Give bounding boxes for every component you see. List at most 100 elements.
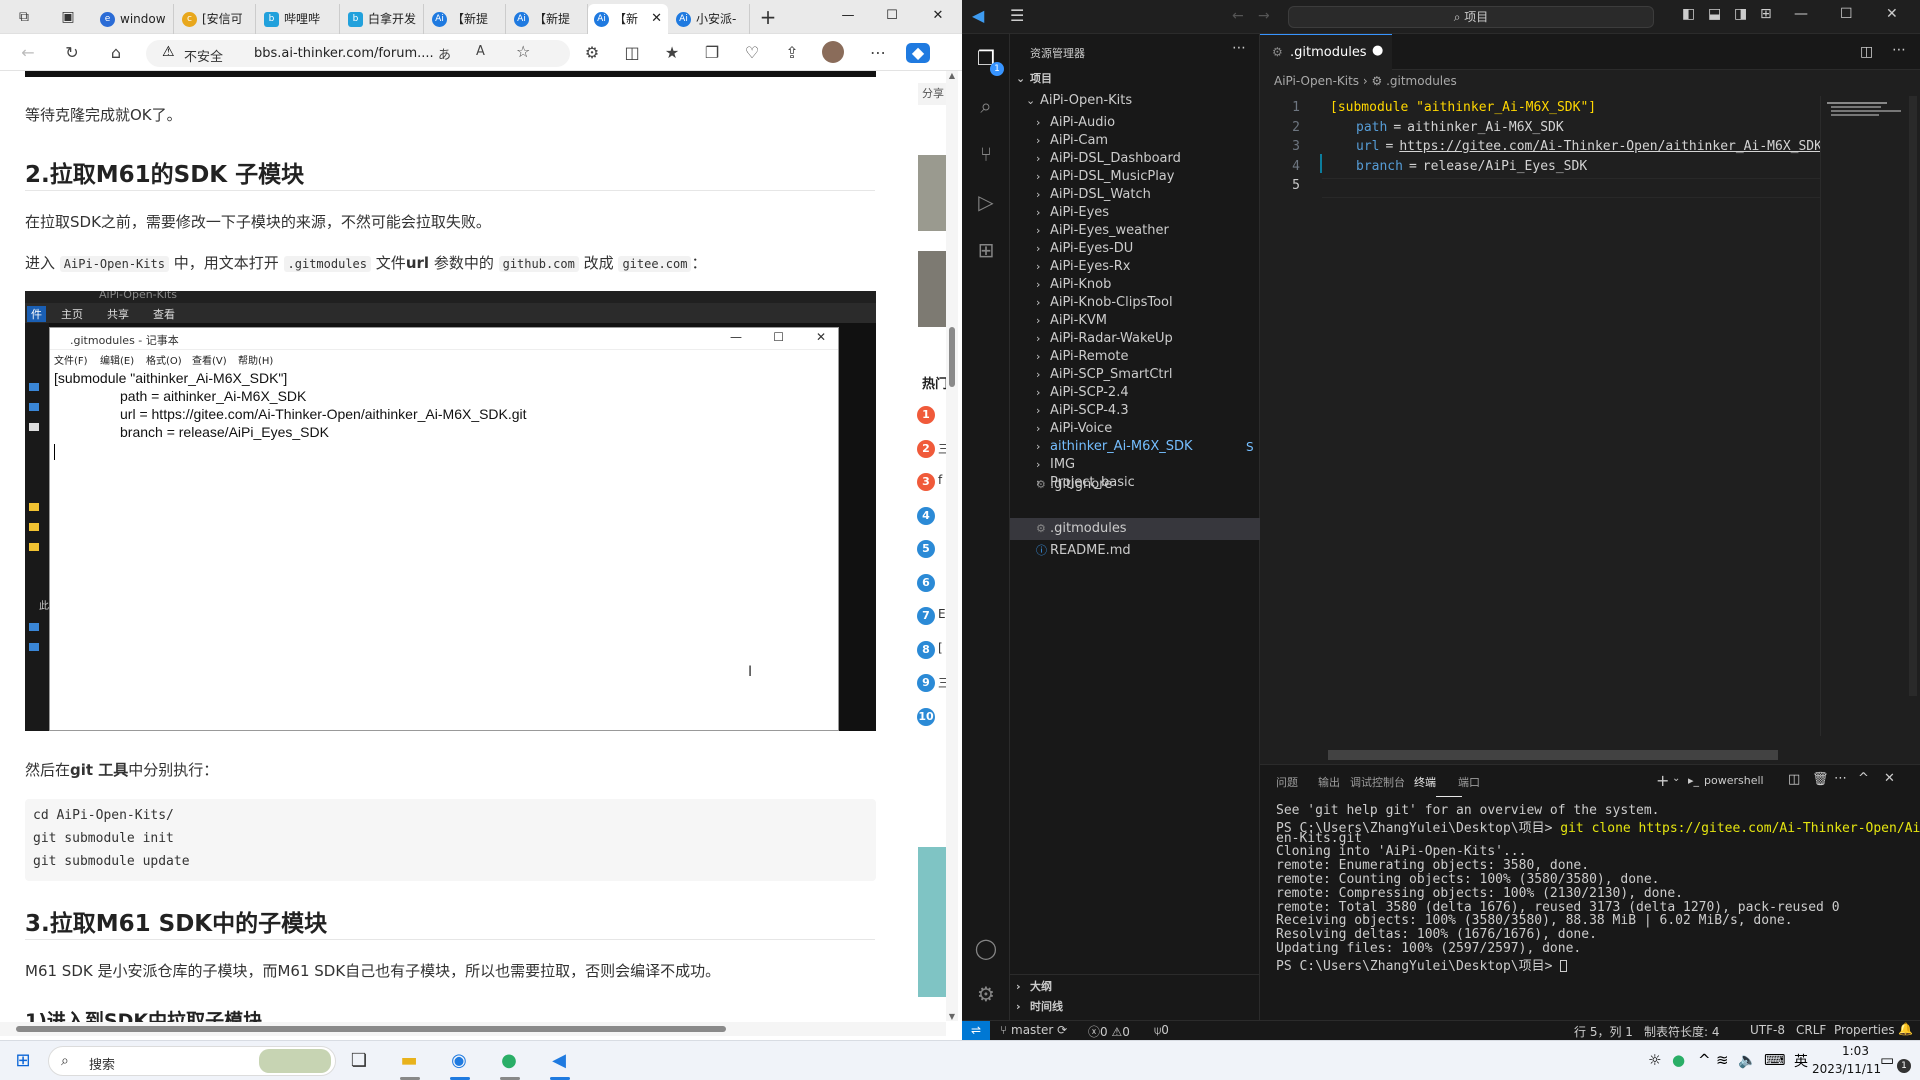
scroll-thumb[interactable]	[16, 1026, 726, 1032]
more-actions-icon[interactable]: ⋯	[1834, 771, 1847, 786]
outline-section[interactable]: › 大纲	[1016, 976, 1052, 998]
hot-rank-badge[interactable]: 2	[917, 439, 935, 458]
sidebar-thumbnail[interactable]	[918, 251, 946, 327]
browser-tab-6[interactable]: Ai 【新提	[508, 4, 588, 34]
taskbar-search-box[interactable]: ⌕ 搜索	[48, 1046, 336, 1076]
brightness-icon[interactable]: ☼	[1648, 1051, 1661, 1069]
scroll-thumb[interactable]	[949, 327, 955, 387]
run-debug-icon[interactable]: ▷	[974, 190, 998, 214]
browser-essentials-icon[interactable]: ♡	[740, 43, 764, 63]
hot-rank-badge[interactable]: 10	[917, 707, 935, 726]
unsaved-dot-icon[interactable]: ●	[1372, 43, 1383, 58]
hot-rank-badge[interactable]: 8	[917, 640, 935, 659]
notifications-bell-icon[interactable]: 🔔	[1898, 1022, 1913, 1036]
wechat-icon[interactable]: ●	[492, 1047, 526, 1075]
browser-tab-2[interactable]: c [安信可	[176, 4, 256, 34]
clock-date[interactable]: 2023/11/11	[1812, 1062, 1881, 1076]
minimize-icon[interactable]: —	[1794, 6, 1808, 22]
browser-tab-4[interactable]: b 白拿开发	[342, 4, 424, 34]
copilot-icon[interactable]: ◆	[906, 43, 930, 63]
timeline-section[interactable]: › 时间线	[1016, 996, 1063, 1018]
editor-horizontal-scrollbar[interactable]	[1328, 750, 1778, 760]
more-menu-icon[interactable]: ⋯	[866, 43, 890, 63]
browser-tab-3[interactable]: b 哔哩哔	[258, 4, 340, 34]
clock-time[interactable]: 1:03	[1842, 1044, 1869, 1058]
start-windows-icon[interactable]: ⊞	[6, 1047, 40, 1075]
more-actions-icon[interactable]: ⋯	[1232, 40, 1246, 56]
maximize-icon[interactable]: ☐	[1840, 6, 1853, 22]
favorites-icon[interactable]: ★	[660, 43, 684, 63]
split-terminal-icon[interactable]: ◫	[1788, 772, 1800, 787]
workspaces-icon[interactable]: ⧉	[14, 7, 34, 27]
new-tab-icon[interactable]: +	[758, 7, 778, 27]
account-icon[interactable]: ◯	[974, 936, 998, 960]
hot-rank-badge[interactable]: 1	[917, 406, 935, 424]
hot-rank-badge[interactable]: 4	[917, 506, 935, 525]
breadcrumb-item[interactable]: .gitmodules	[1386, 74, 1457, 88]
favorite-star-icon[interactable]: ☆	[516, 42, 530, 61]
scroll-down-icon[interactable]: ▼	[946, 1012, 958, 1021]
split-editor-icon[interactable]: ◫	[1860, 44, 1873, 60]
panel-tab[interactable]: 问题	[1276, 774, 1298, 790]
hot-item-text[interactable]: E	[938, 607, 946, 621]
source-control-icon[interactable]: ⑂	[974, 142, 998, 166]
trash-icon[interactable]: 🗑	[1812, 772, 1829, 787]
minimap[interactable]	[1820, 96, 1920, 736]
wechat-tray-icon[interactable]: ●	[1672, 1051, 1685, 1069]
nav-back-icon[interactable]: ←	[1232, 8, 1244, 24]
toggle-sidebar-icon[interactable]: ◧	[1682, 6, 1695, 22]
tab-actions-icon[interactable]: ▣	[58, 7, 78, 27]
browser-tab-5[interactable]: Ai 【新提	[426, 4, 506, 34]
refresh-icon[interactable]: ↻	[60, 43, 84, 63]
page-horizontal-scrollbar[interactable]	[0, 1022, 946, 1036]
notification-icon[interactable]: ▭	[1880, 1051, 1894, 1069]
close-icon[interactable]: ✕	[916, 0, 960, 32]
volume-icon[interactable]: 🔈	[1738, 1051, 1757, 1069]
file-explorer-icon[interactable]: ▬	[392, 1047, 426, 1075]
extensions-icon[interactable]: ⚙	[580, 43, 604, 63]
chevron-down-icon[interactable]: ⌄	[1672, 773, 1680, 784]
hot-rank-badge[interactable]: 3	[917, 473, 935, 491]
back-icon[interactable]: ←	[16, 43, 40, 63]
panel-tab[interactable]: 调试控制台	[1350, 774, 1405, 790]
tray-chevron-icon[interactable]: ^	[1698, 1051, 1711, 1069]
hot-rank-badge[interactable]: 9	[917, 674, 935, 692]
nav-forward-icon[interactable]: →	[1258, 8, 1270, 24]
encoding[interactable]: UTF-8	[1750, 1023, 1785, 1037]
ports-item[interactable]: ⍦0	[1154, 1023, 1169, 1038]
browser-tab-1[interactable]: e window	[94, 4, 174, 34]
editor-vertical-scrollbar[interactable]	[1909, 96, 1917, 696]
new-terminal-icon[interactable]: +	[1656, 771, 1669, 790]
panel-tab[interactable]: 终端	[1414, 774, 1436, 790]
more-actions-icon[interactable]: ⋯	[1892, 42, 1906, 58]
url-box[interactable]: ⚠ 不安全 bbs.ai-thinker.com/forum.... あ A ☆	[146, 40, 570, 67]
share-icon[interactable]: ⇪	[780, 43, 804, 63]
project-section[interactable]: ⌄ 项目	[1016, 68, 1052, 90]
vscode-taskbar-icon[interactable]: ◀	[542, 1047, 576, 1075]
branch-item[interactable]: ⑂ master ⟳	[1000, 1023, 1067, 1037]
terminal-name[interactable]: powershell	[1704, 774, 1764, 787]
avatar[interactable]	[822, 41, 844, 63]
maximize-panel-icon[interactable]: ^	[1858, 771, 1869, 786]
hot-rank-badge[interactable]: 6	[917, 573, 935, 592]
panel-tab[interactable]: 端口	[1458, 774, 1480, 790]
search-icon[interactable]: ⌕	[974, 94, 998, 118]
split-screen-icon[interactable]: ◫	[620, 43, 644, 63]
close-panel-icon[interactable]: ✕	[1884, 771, 1895, 786]
tab-size[interactable]: 制表符长度: 4	[1644, 1023, 1720, 1040]
tree-root-folder[interactable]: ⌄ AiPi-Open-Kits	[1026, 90, 1132, 112]
editor-tab-active[interactable]: ⚙ .gitmodules ●	[1260, 34, 1392, 70]
tree-file[interactable]: ⚙ .gitignore	[1036, 474, 1112, 496]
settings-gear-icon[interactable]: ⚙	[974, 982, 998, 1006]
browser-tab-active[interactable]: Ai 【新 ✕	[588, 4, 668, 34]
code-area[interactable]: 1 [submodule "aithinker_Ai-M6X_SDK"] 2 path…	[1260, 96, 1830, 736]
extensions-icon[interactable]: ⊞	[974, 238, 998, 262]
tree-file-selected[interactable]: ⚙ .gitmodules	[1036, 518, 1127, 540]
hot-item-text[interactable]: f	[938, 473, 942, 487]
task-view-icon[interactable]: ❏	[342, 1047, 376, 1075]
customize-layout-icon[interactable]: ⊞	[1760, 6, 1772, 22]
hot-rank-badge[interactable]: 7	[917, 607, 935, 625]
read-aloud-icon[interactable]: A	[476, 44, 485, 59]
ime-indicator[interactable]: 英	[1794, 1051, 1808, 1071]
close-tab-icon[interactable]: ✕	[651, 4, 662, 34]
